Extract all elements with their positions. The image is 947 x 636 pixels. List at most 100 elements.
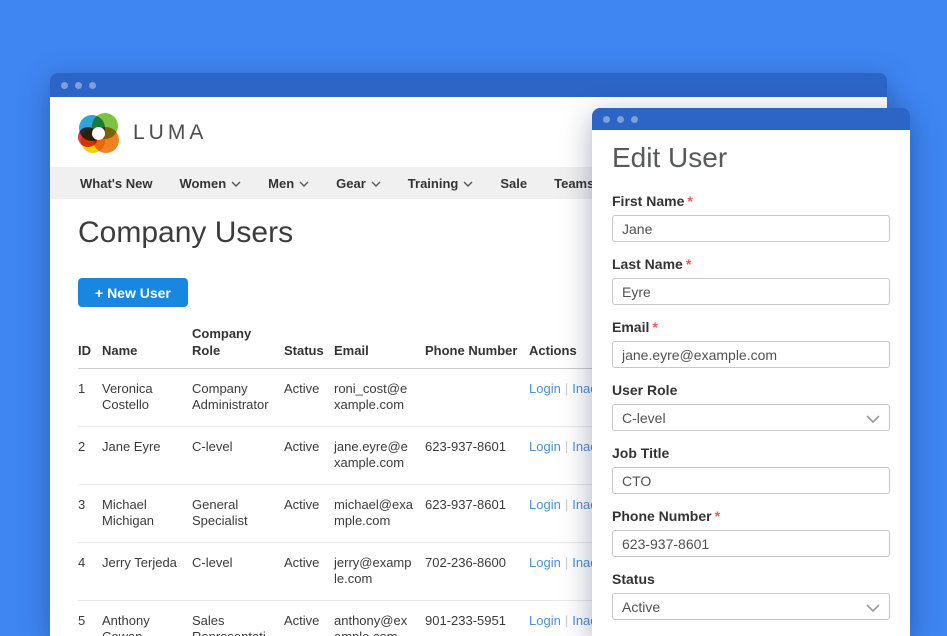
traffic-light-dot-icon[interactable]: [603, 116, 610, 123]
cell-status: Active: [284, 601, 334, 636]
nav-label: What's New: [80, 176, 152, 191]
action-separator: |: [565, 381, 568, 396]
chevron-down-icon: [866, 599, 880, 615]
nav-label: Women: [179, 176, 226, 191]
traffic-light-dot-icon[interactable]: [631, 116, 638, 123]
cell-email: jerry@example.com: [334, 543, 425, 601]
email-field-group: Email*: [612, 319, 890, 368]
first-name-label: First Name*: [612, 193, 890, 209]
phone-number-label: Phone Number*: [612, 508, 890, 524]
cell-name: Veronica Costello: [102, 369, 192, 427]
edit-user-window: Edit User First Name* Last Name* Email* …: [592, 108, 910, 636]
job-title-field-group: Job Title: [612, 445, 890, 494]
edit-user-form: Edit User First Name* Last Name* Email* …: [592, 130, 910, 636]
cell-role: C-level: [192, 543, 284, 601]
nav-label: Training: [408, 176, 459, 191]
cell-phone: 623-937-8601: [425, 427, 529, 485]
chevron-down-icon: [371, 181, 381, 187]
first-name-input[interactable]: [612, 215, 890, 242]
cell-id: 2: [78, 427, 102, 485]
login-link[interactable]: Login: [529, 555, 561, 570]
cell-id: 1: [78, 369, 102, 427]
nav-label: Gear: [336, 176, 366, 191]
cell-email: roni_cost@example.com: [334, 369, 425, 427]
column-header-name: Name: [102, 323, 192, 369]
nav-item-women[interactable]: Women: [179, 176, 241, 191]
required-marker: *: [715, 508, 720, 524]
cell-status: Active: [284, 369, 334, 427]
nav-item-men[interactable]: Men: [268, 176, 309, 191]
first-name-field-group: First Name*: [612, 193, 890, 242]
cell-role: Sales Representative: [192, 601, 284, 636]
traffic-light-dot-icon[interactable]: [89, 82, 96, 89]
phone-number-input[interactable]: [612, 530, 890, 557]
action-separator: |: [565, 439, 568, 454]
login-link[interactable]: Login: [529, 497, 561, 512]
user-role-label: User Role: [612, 382, 890, 398]
nav-item-gear[interactable]: Gear: [336, 176, 381, 191]
chevron-down-icon: [231, 181, 241, 187]
job-title-input[interactable]: [612, 467, 890, 494]
column-header-email: Email: [334, 323, 425, 369]
modal-title: Edit User: [612, 142, 890, 174]
nav-item-training[interactable]: Training: [408, 176, 474, 191]
cell-name: Anthony Cowan: [102, 601, 192, 636]
required-marker: *: [652, 319, 657, 335]
email-input[interactable]: [612, 341, 890, 368]
cell-role: C-level: [192, 427, 284, 485]
cell-phone: 702-236-8600: [425, 543, 529, 601]
brand-name: LUMA: [133, 121, 207, 145]
user-role-select[interactable]: C-level: [612, 404, 890, 431]
cell-role: General Specialist: [192, 485, 284, 543]
last-name-input[interactable]: [612, 278, 890, 305]
traffic-light-dot-icon[interactable]: [75, 82, 82, 89]
cell-name: Jane Eyre: [102, 427, 192, 485]
cell-email: michael@example.com: [334, 485, 425, 543]
main-window-titlebar: [50, 73, 887, 97]
cell-status: Active: [284, 485, 334, 543]
chevron-down-icon: [299, 181, 309, 187]
job-title-label: Job Title: [612, 445, 890, 461]
action-separator: |: [565, 497, 568, 512]
last-name-label: Last Name*: [612, 256, 890, 272]
new-user-button[interactable]: + New User: [78, 278, 188, 307]
cell-status: Active: [284, 427, 334, 485]
login-link[interactable]: Login: [529, 381, 561, 396]
nav-item-teams[interactable]: Teams: [554, 176, 594, 191]
cell-phone: 623-937-8601: [425, 485, 529, 543]
email-label: Email*: [612, 319, 890, 335]
status-value: Active: [622, 599, 660, 615]
login-link[interactable]: Login: [529, 613, 561, 628]
cell-phone: 901-233-5951: [425, 601, 529, 636]
action-separator: |: [565, 555, 568, 570]
action-separator: |: [565, 613, 568, 628]
traffic-light-dot-icon[interactable]: [617, 116, 624, 123]
column-header-id: ID: [78, 323, 102, 369]
nav-item-sale[interactable]: Sale: [500, 176, 527, 191]
nav-item-whats-new[interactable]: What's New: [80, 176, 152, 191]
cell-status: Active: [284, 543, 334, 601]
column-header-phone: Phone Number: [425, 323, 529, 369]
nav-label: Teams: [554, 176, 594, 191]
chevron-down-icon: [866, 410, 880, 426]
user-role-value: C-level: [622, 410, 666, 426]
phone-number-field-group: Phone Number*: [612, 508, 890, 557]
cell-phone: [425, 369, 529, 427]
nav-label: Men: [268, 176, 294, 191]
cell-name: Michael Michigan: [102, 485, 192, 543]
status-field-group: Status Active: [612, 571, 890, 620]
cell-id: 4: [78, 543, 102, 601]
luma-logo-icon[interactable]: [78, 113, 119, 154]
login-link[interactable]: Login: [529, 439, 561, 454]
status-label: Status: [612, 571, 890, 587]
traffic-light-dot-icon[interactable]: [61, 82, 68, 89]
cell-role: Company Administrator: [192, 369, 284, 427]
required-marker: *: [686, 256, 691, 272]
column-header-status: Status: [284, 323, 334, 369]
status-select[interactable]: Active: [612, 593, 890, 620]
user-role-field-group: User Role C-level: [612, 382, 890, 431]
column-header-company-role: Company Role: [192, 323, 284, 369]
cell-email: jane.eyre@example.com: [334, 427, 425, 485]
last-name-field-group: Last Name*: [612, 256, 890, 305]
cell-id: 5: [78, 601, 102, 636]
